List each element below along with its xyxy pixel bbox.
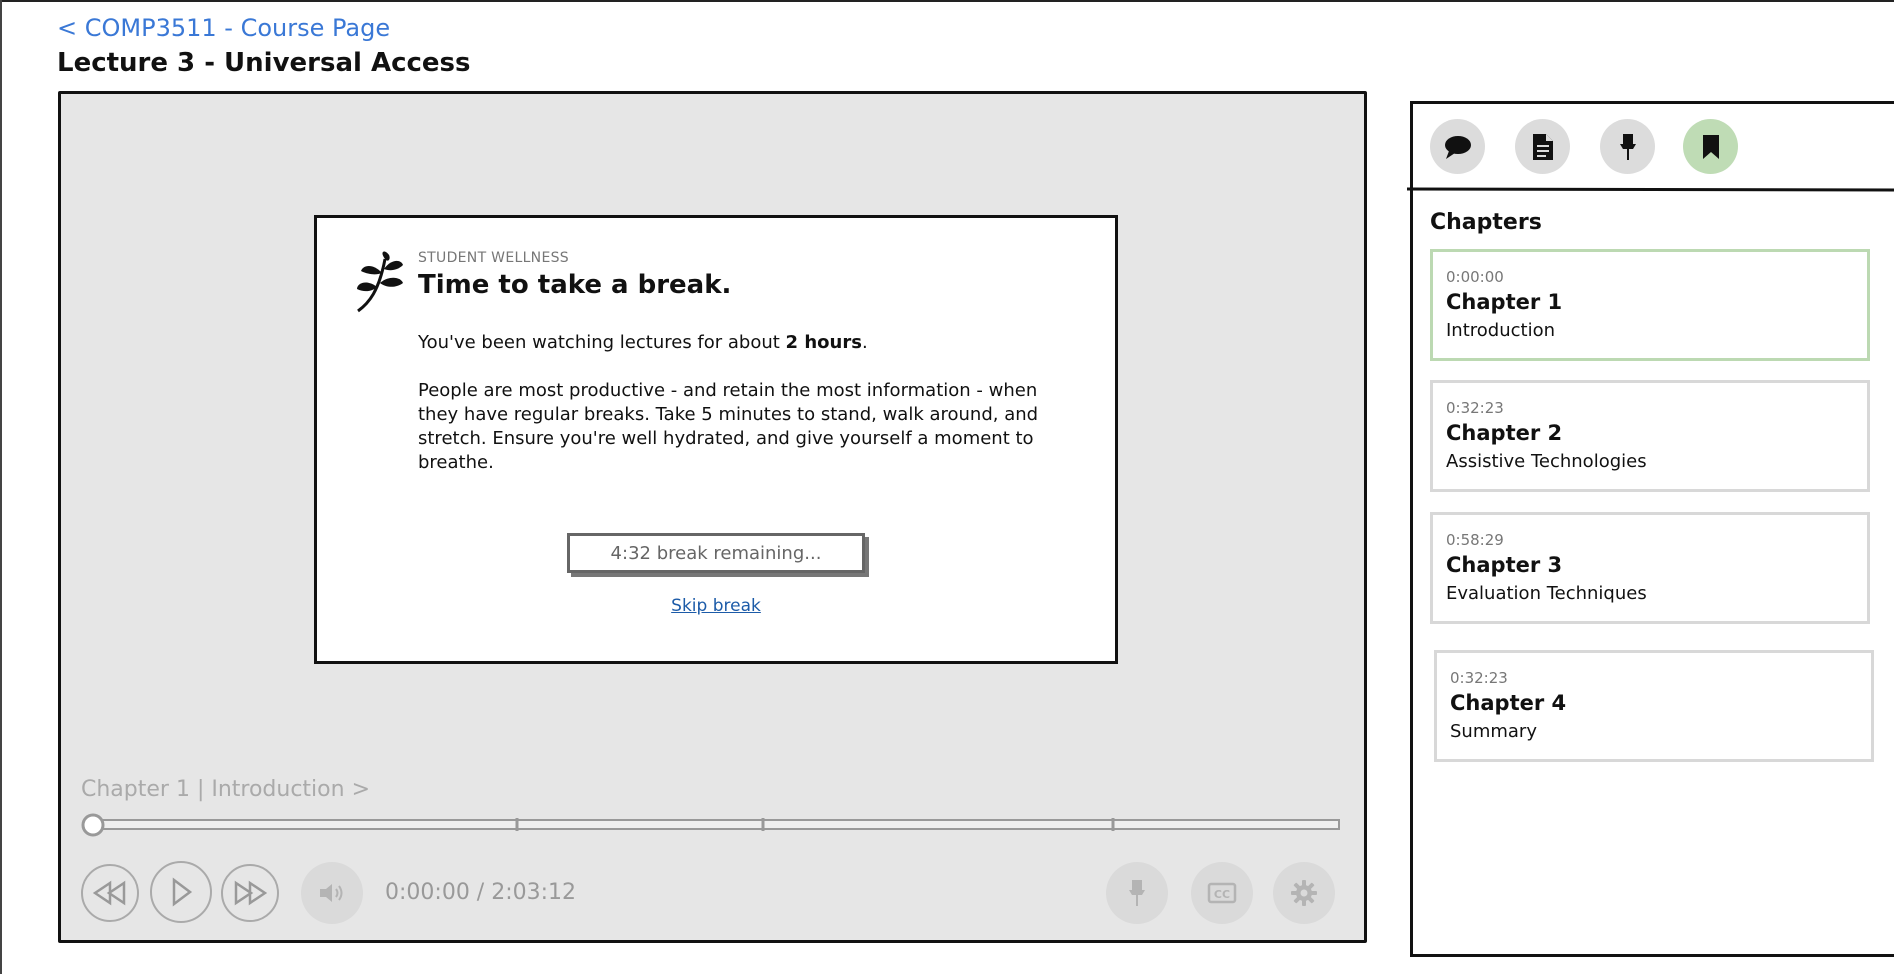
modal-p1-before: You've been watching lectures for about (418, 332, 786, 353)
document-icon (1532, 133, 1553, 160)
break-modal: STUDENT WELLNESS Time to take a break. Y… (314, 215, 1118, 664)
captions-button[interactable]: CC (1191, 862, 1253, 924)
modal-title: Time to take a break. (418, 270, 732, 300)
chapter-card-3[interactable]: 0:58:29 Chapter 3 Evaluation Techniques (1430, 512, 1870, 624)
chat-icon (1444, 135, 1471, 159)
play-button[interactable] (150, 861, 212, 923)
chapter-subtitle: Introduction (1446, 320, 1556, 341)
pin-button[interactable] (1106, 862, 1168, 924)
chapter-time: 0:00:00 (1446, 268, 1504, 286)
chapters-heading: Chapters (1430, 210, 1542, 235)
chapter-card-1[interactable]: 0:00:00 Chapter 1 Introduction (1430, 249, 1870, 361)
modal-paragraph-2: People are most productive - and retain … (418, 380, 1039, 473)
chapter-title: Chapter 3 (1446, 553, 1563, 577)
fast-forward-icon (234, 880, 267, 906)
page-title: Lecture 3 - Universal Access (57, 48, 471, 78)
chapter-subtitle: Assistive Technologies (1446, 451, 1647, 472)
progress-bar[interactable] (81, 813, 1346, 837)
pin-icon (1619, 133, 1636, 160)
skip-break-link[interactable]: Skip break (317, 596, 1115, 616)
sidebar-panel: Chapters 0:00:00 Chapter 1 Introduction … (1406, 101, 1894, 957)
left-border (0, 0, 2, 974)
volume-button[interactable] (301, 862, 363, 924)
chapter-card-4[interactable]: 0:32:23 Chapter 4 Summary (1434, 650, 1874, 762)
chapter-time: 0:58:29 (1446, 531, 1504, 549)
rewind-icon (93, 880, 126, 906)
modal-p1-bold: 2 hours (785, 332, 862, 353)
leaf-icon (357, 251, 403, 313)
chapter-title: Chapter 1 (1446, 290, 1563, 314)
play-icon (172, 877, 193, 907)
settings-button[interactable] (1273, 862, 1335, 924)
tab-chapters[interactable] (1683, 119, 1738, 174)
chapter-subtitle: Summary (1450, 721, 1537, 742)
progress-handle[interactable] (81, 813, 105, 837)
fast-forward-button[interactable] (221, 864, 279, 922)
tab-chat[interactable] (1430, 119, 1485, 174)
top-border (0, 0, 1894, 2)
cc-icon: CC (1207, 882, 1237, 904)
sidebar-divider (1406, 187, 1894, 192)
progress-track[interactable] (81, 813, 1346, 837)
chapter-title: Chapter 4 (1450, 691, 1567, 715)
bookmark-icon (1702, 134, 1719, 159)
back-to-course-link[interactable]: < COMP3511 - Course Page (57, 14, 390, 42)
pin-icon (1129, 880, 1145, 906)
time-display: 0:00:00 / 2:03:12 (385, 880, 577, 905)
svg-text:CC: CC (1214, 888, 1230, 901)
chapter-subtitle: Evaluation Techniques (1446, 583, 1647, 604)
current-chapter-label[interactable]: Chapter 1 | Introduction > (81, 777, 370, 802)
chapter-time: 0:32:23 (1450, 669, 1508, 687)
modal-eyebrow: STUDENT WELLNESS (418, 250, 569, 266)
tab-pins[interactable] (1600, 119, 1655, 174)
chapter-card-2[interactable]: 0:32:23 Chapter 2 Assistive Technologies (1430, 380, 1870, 492)
break-timer: 4:32 break remaining... (567, 533, 865, 573)
modal-p1-after: . (861, 332, 868, 353)
video-player[interactable]: STUDENT WELLNESS Time to take a break. Y… (58, 91, 1367, 943)
chapter-title: Chapter 2 (1446, 421, 1563, 445)
tab-notes[interactable] (1515, 119, 1570, 174)
chapter-time: 0:32:23 (1446, 399, 1504, 417)
gear-icon (1291, 880, 1317, 906)
rewind-button[interactable] (81, 864, 139, 922)
volume-icon (320, 884, 343, 902)
modal-paragraph-1: You've been watching lectures for about … (418, 331, 1058, 355)
